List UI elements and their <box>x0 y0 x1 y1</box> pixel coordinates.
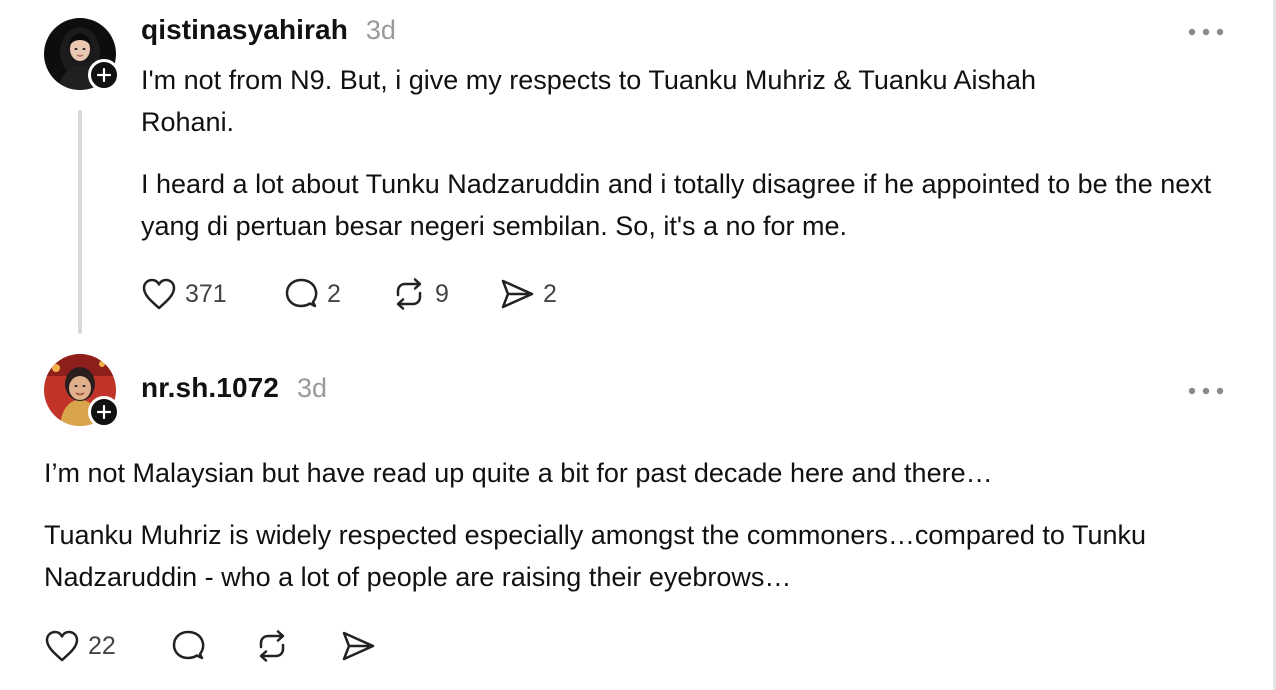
share-button[interactable]: 2 <box>499 277 607 311</box>
share-button[interactable] <box>340 629 384 663</box>
repost-icon <box>396 278 422 310</box>
more-options-icon <box>1188 387 1224 395</box>
post-paragraph: Tuanku Muhriz is widely respected especi… <box>44 520 1147 592</box>
share-icon <box>501 279 534 309</box>
follow-button[interactable] <box>88 59 120 91</box>
post-header: nr.sh.1072 3d <box>141 372 327 404</box>
username[interactable]: qistinasyahirah <box>141 14 348 46</box>
plus-icon <box>96 404 112 420</box>
post-body: I’m not Malaysian but have read up quite… <box>44 452 1224 598</box>
action-bar: 371 2 9 2 <box>141 277 607 311</box>
repost-button[interactable]: 9 <box>391 277 499 311</box>
post-paragraph: I heard a lot about Tunku Nadzaruddin an… <box>141 169 1212 241</box>
heart-icon <box>142 278 176 310</box>
repost-count: 9 <box>435 279 449 308</box>
timestamp[interactable]: 3d <box>297 373 327 404</box>
post-body: I'm not from N9. But, i give my respects… <box>141 59 1221 247</box>
thread-connector <box>78 110 82 334</box>
reply-button[interactable] <box>170 629 254 663</box>
timestamp[interactable]: 3d <box>366 15 396 46</box>
like-button[interactable]: 22 <box>44 629 170 663</box>
post-header: qistinasyahirah 3d <box>141 14 396 46</box>
username[interactable]: nr.sh.1072 <box>141 372 279 404</box>
more-options-button[interactable] <box>1186 22 1226 42</box>
comment-icon <box>172 630 205 660</box>
heart-icon <box>45 630 79 662</box>
like-count: 371 <box>185 279 227 308</box>
more-options-button[interactable] <box>1186 381 1226 401</box>
follow-button[interactable] <box>88 396 120 428</box>
post-paragraph: I’m not Malaysian but have read up quite… <box>44 458 993 488</box>
thread-view: qistinasyahirah 3d I'm not from N9. But,… <box>0 0 1276 690</box>
share-count: 2 <box>543 279 557 308</box>
reply-count: 2 <box>327 279 341 308</box>
repost-icon <box>259 630 285 662</box>
more-options-icon <box>1188 28 1224 36</box>
comment-icon <box>285 278 318 308</box>
like-count: 22 <box>88 631 116 660</box>
post-paragraph: I'm not from N9. But, i give my respects… <box>141 65 1037 137</box>
reply-button[interactable]: 2 <box>283 277 391 311</box>
share-icon <box>342 631 375 661</box>
action-bar: 22 <box>44 629 384 663</box>
repost-button[interactable] <box>254 629 340 663</box>
like-button[interactable]: 371 <box>141 277 283 311</box>
plus-icon <box>96 67 112 83</box>
